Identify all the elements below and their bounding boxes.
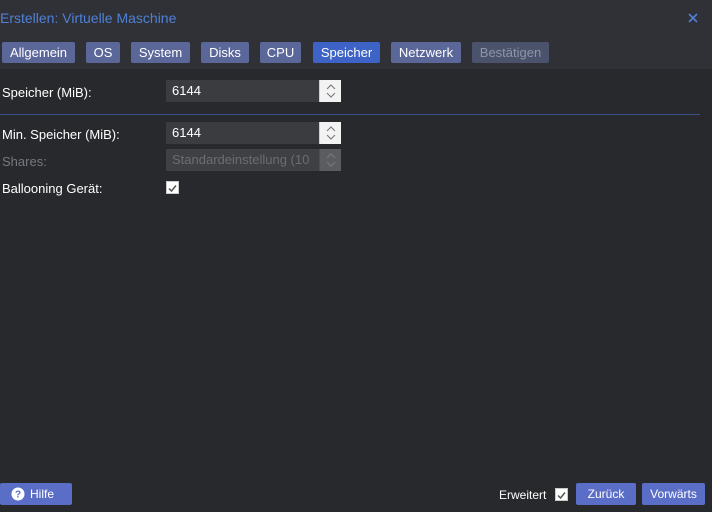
ballooning-checkbox[interactable] xyxy=(166,181,179,194)
help-button[interactable]: ? Hilfe xyxy=(0,483,72,505)
dialog-footer: ? Hilfe Erweitert Zurück Vorwärts xyxy=(0,475,712,512)
tab-bestaetigen: Bestätigen xyxy=(472,42,549,63)
min-memory-stepper[interactable]: 6144 xyxy=(166,122,341,144)
dialog-title: Erstellen: Virtuelle Maschine xyxy=(0,10,177,26)
close-icon[interactable] xyxy=(686,11,700,25)
create-vm-dialog: Erstellen: Virtuelle Maschine Allgemein … xyxy=(0,0,712,512)
stepper-arrows-icon xyxy=(319,149,341,171)
check-icon xyxy=(168,185,177,193)
min-memory-input[interactable]: 6144 xyxy=(166,122,319,144)
advanced-checkbox[interactable] xyxy=(555,488,568,501)
svg-text:?: ? xyxy=(15,490,21,501)
tab-system[interactable]: System xyxy=(131,42,190,63)
next-button[interactable]: Vorwärts xyxy=(642,483,705,505)
memory-form: Speicher (MiB): 6144 Min. Speicher (MiB)… xyxy=(0,69,712,475)
min-memory-label: Min. Speicher (MiB): xyxy=(2,127,120,142)
wizard-tabs: Allgemein OS System Disks CPU Speicher N… xyxy=(0,37,712,69)
advanced-label: Erweitert xyxy=(499,488,547,502)
help-label: Hilfe xyxy=(30,487,55,501)
dialog-titlebar: Erstellen: Virtuelle Maschine xyxy=(0,0,712,37)
section-divider xyxy=(0,114,700,115)
back-button[interactable]: Zurück xyxy=(576,483,636,505)
shares-input: Standardeinstellung (10 xyxy=(166,149,319,171)
shares-label: Shares: xyxy=(2,154,47,169)
tab-os[interactable]: OS xyxy=(86,42,120,63)
tab-cpu[interactable]: CPU xyxy=(260,42,301,63)
memory-label: Speicher (MiB): xyxy=(2,85,92,100)
check-icon xyxy=(557,492,566,500)
memory-stepper[interactable]: 6144 xyxy=(166,80,341,102)
stepper-arrows-icon[interactable] xyxy=(319,122,341,144)
tab-allgemein[interactable]: Allgemein xyxy=(2,42,75,63)
tab-netzwerk[interactable]: Netzwerk xyxy=(391,42,461,63)
stepper-arrows-icon[interactable] xyxy=(319,80,341,102)
tab-disks[interactable]: Disks xyxy=(201,42,249,63)
ballooning-label: Ballooning Gerät: xyxy=(2,181,103,196)
tab-speicher[interactable]: Speicher xyxy=(313,42,380,63)
shares-stepper: Standardeinstellung (10 xyxy=(166,149,341,171)
help-icon: ? xyxy=(11,487,25,501)
memory-input[interactable]: 6144 xyxy=(166,80,319,102)
